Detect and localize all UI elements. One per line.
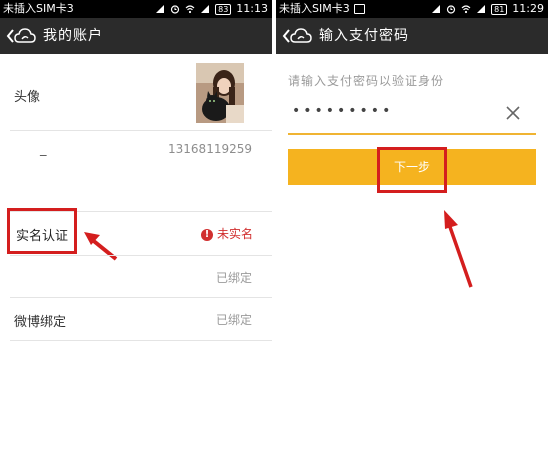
password-input[interactable]: •••••••••	[288, 98, 536, 134]
phone-value: 13168119259	[168, 142, 252, 156]
avatar-label: 头像	[14, 90, 41, 105]
clear-icon[interactable]	[504, 104, 522, 122]
signal-off-icon	[156, 5, 165, 13]
status-bar: 未插入SIM卡3 83 11:13	[0, 0, 272, 18]
password-prompt: 请输入支付密码以验证身份	[288, 74, 445, 88]
alarm-icon	[447, 5, 456, 14]
highlight-box	[377, 147, 447, 193]
notification-icon	[353, 4, 365, 14]
cloud-logo-icon	[14, 28, 36, 43]
title-bar: 输入支付密码	[276, 18, 548, 54]
cell-signal-icon	[477, 5, 486, 13]
account-screen: 未插入SIM卡3 83 11:13 我的账户 头像 _ 13168119259 …	[0, 0, 272, 467]
weibo-row[interactable]: 微博绑定 已绑定	[0, 298, 272, 340]
input-underline	[288, 133, 536, 135]
avatar[interactable]	[196, 63, 244, 123]
phone-dash: _	[40, 142, 47, 157]
battery-indicator: 81	[491, 3, 508, 15]
red-arrow-icon	[444, 210, 473, 288]
wifi-icon	[461, 5, 471, 14]
row-divider	[10, 340, 272, 341]
realname-status-text: 未实名	[216, 227, 253, 241]
cloud-logo-icon	[290, 28, 312, 43]
alarm-icon	[171, 5, 180, 14]
title-bar: 我的账户	[0, 18, 272, 54]
status-icons: 81 11:29	[431, 0, 544, 18]
realname-status: ! 未实名	[200, 225, 253, 242]
battery-indicator: 83	[215, 3, 232, 15]
payment-password-screen: 未插入SIM卡3 81 11:29 输入支付密码 请输入支付密码以验证身份 ••…	[276, 0, 548, 467]
wifi-icon	[185, 5, 195, 14]
binding-status: 已绑定	[215, 271, 252, 285]
cell-signal-icon	[201, 5, 210, 13]
status-icons: 83 11:13	[155, 0, 268, 18]
signal-off-icon	[432, 5, 441, 13]
weibo-status: 已绑定	[215, 313, 252, 327]
avatar-photo	[196, 63, 244, 123]
status-bar: 未插入SIM卡3 81 11:29	[276, 0, 548, 18]
clock-text: 11:29	[512, 2, 544, 15]
phone-row[interactable]: _ 13168119259	[0, 131, 272, 211]
warning-icon: !	[200, 228, 213, 241]
weibo-label: 微博绑定	[14, 315, 67, 330]
page-title: 我的账户	[43, 28, 103, 44]
page-title: 输入支付密码	[319, 28, 409, 44]
password-mask: •••••••••	[292, 103, 394, 119]
carrier-text: 未插入SIM卡3	[279, 0, 365, 18]
carrier-text: 未插入SIM卡3	[3, 2, 74, 15]
highlight-box	[7, 208, 77, 254]
clock-text: 11:13	[236, 2, 268, 15]
binding-row[interactable]: 已绑定	[0, 256, 272, 297]
